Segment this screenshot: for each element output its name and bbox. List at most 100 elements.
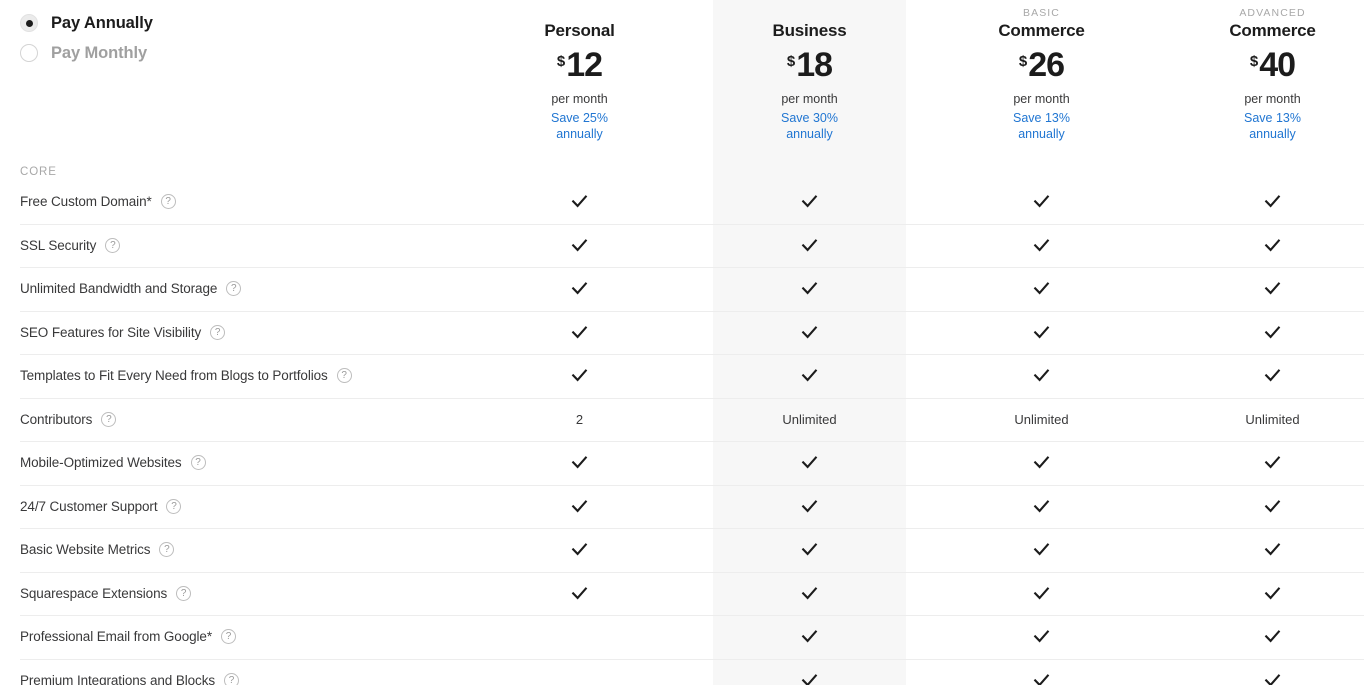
table-row: 24/7 Customer Support?	[0, 484, 1364, 529]
plan-savings-link[interactable]: Save 13% annually	[1176, 110, 1364, 142]
plan-savings-line1: Save 25%	[551, 111, 608, 125]
billing-period-toggle: Pay Annually Pay Monthly	[20, 8, 440, 68]
check-icon	[1264, 369, 1281, 382]
feature-cell	[713, 659, 906, 685]
price-currency: $	[1249, 53, 1259, 70]
check-icon	[1264, 282, 1281, 295]
billing-option-label: Pay Annually	[51, 13, 153, 32]
plan-savings-link[interactable]: Save 30% annually	[713, 110, 906, 142]
plan-savings-link[interactable]: Save 13% annually	[945, 110, 1138, 142]
feature-cell: Unlimited	[945, 398, 1138, 442]
help-icon[interactable]: ?	[166, 498, 182, 514]
help-icon[interactable]: ?	[224, 672, 239, 685]
help-icon[interactable]: ?	[226, 281, 242, 297]
check-icon	[1264, 238, 1281, 252]
plan-header-business: Business $ 18 per month Save 30% annuall…	[713, 0, 906, 142]
help-icon[interactable]: ?	[101, 411, 117, 427]
check-icon	[1033, 325, 1050, 339]
feature-cell	[945, 180, 1138, 224]
feature-cell	[713, 224, 906, 268]
feature-cell	[483, 180, 676, 224]
help-icon[interactable]: ?	[159, 542, 175, 558]
plan-savings-line2: annually	[786, 127, 833, 141]
feature-cell: Unlimited	[713, 398, 906, 442]
plan-period: per month	[1244, 92, 1301, 106]
plan-savings-link[interactable]: Save 25% annually	[483, 110, 676, 142]
check-icon	[1033, 456, 1050, 469]
feature-cell	[483, 485, 676, 529]
check-icon	[801, 543, 818, 556]
feature-label: Basic Website Metrics?	[20, 528, 175, 572]
check-icon	[1264, 325, 1281, 339]
check-icon	[1033, 673, 1050, 685]
feature-label-text: 24/7 Customer Support	[20, 498, 158, 514]
help-icon[interactable]: ?	[176, 585, 192, 601]
feature-cell-text: Unlimited	[782, 411, 837, 427]
check-icon	[801, 369, 818, 382]
feature-cell	[713, 311, 906, 355]
billing-option-pay-annually[interactable]: Pay Annually	[20, 8, 440, 38]
feature-cell	[1176, 485, 1364, 529]
help-icon[interactable]: ?	[190, 455, 206, 471]
help-icon[interactable]: ?	[160, 194, 176, 210]
feature-cell: Unlimited	[1176, 398, 1364, 442]
check-icon	[801, 630, 818, 643]
check-icon	[571, 195, 588, 208]
check-icon	[1033, 195, 1050, 208]
check-icon	[571, 325, 588, 339]
table-row: Unlimited Bandwidth and Storage?	[0, 267, 1364, 311]
feature-cell-text: 2	[575, 411, 584, 427]
help-icon[interactable]: ?	[336, 368, 352, 384]
feature-cell	[945, 441, 1138, 485]
price-amount: 12	[566, 46, 603, 84]
feature-cell	[483, 572, 676, 616]
feature-cell	[1176, 311, 1364, 355]
feature-label: 24/7 Customer Support?	[20, 485, 182, 529]
feature-label-text: Mobile-Optimized Websites	[20, 455, 182, 471]
plan-savings-line1: Save 13%	[1013, 111, 1070, 125]
feature-cell	[945, 485, 1138, 529]
table-row: SEO Features for Site Visibility?	[0, 310, 1364, 355]
feature-cell: 2	[483, 398, 676, 442]
feature-label: Squarespace Extensions?	[20, 572, 192, 616]
feature-label: Unlimited Bandwidth and Storage?	[20, 267, 242, 311]
feature-label: Free Custom Domain*?	[20, 180, 176, 224]
plan-period: per month	[1013, 92, 1070, 106]
feature-label: SSL Security?	[20, 224, 121, 268]
feature-cell	[1176, 354, 1364, 398]
check-icon	[571, 238, 588, 252]
feature-cell	[713, 441, 906, 485]
table-row: Squarespace Extensions?	[0, 571, 1364, 616]
plan-savings-line2: annually	[1018, 127, 1065, 141]
plan-price: $ 12	[483, 48, 676, 82]
check-icon	[801, 586, 818, 600]
help-icon[interactable]: ?	[221, 629, 236, 645]
feature-cell	[945, 659, 1138, 685]
check-icon	[1033, 369, 1050, 382]
table-row: Basic Website Metrics?	[0, 528, 1364, 572]
table-row: Premium Integrations and Blocks?	[0, 658, 1364, 685]
plan-price: $ 26	[945, 48, 1138, 82]
help-icon[interactable]: ?	[105, 237, 121, 253]
feature-label-text: Squarespace Extensions	[20, 585, 168, 601]
plan-savings-line2: annually	[1249, 127, 1296, 141]
feature-cell	[713, 354, 906, 398]
feature-label: SEO Features for Site Visibility?	[20, 311, 226, 355]
feature-comparison-table: Free Custom Domain*? SSL Security? Unlimit…	[0, 180, 1364, 685]
feature-cell	[483, 267, 676, 311]
feature-cell	[945, 311, 1138, 355]
feature-cell	[713, 267, 906, 311]
plan-savings-line2: annually	[556, 127, 603, 141]
plan-name: Commerce	[998, 21, 1085, 40]
plan-eyebrow	[713, 6, 906, 20]
check-icon	[1033, 630, 1050, 643]
help-icon[interactable]: ?	[210, 324, 226, 340]
billing-option-label: Pay Monthly	[51, 43, 148, 62]
table-row: Contributors? 2 Unlimited Unlimited Unlimite…	[0, 397, 1364, 442]
billing-option-pay-monthly[interactable]: Pay Monthly	[20, 38, 440, 68]
feature-cell	[483, 659, 676, 685]
plan-name: Commerce	[1229, 21, 1316, 40]
check-icon	[571, 456, 588, 469]
feature-label: Mobile-Optimized Websites?	[20, 441, 206, 485]
price-amount: 26	[1028, 46, 1065, 84]
